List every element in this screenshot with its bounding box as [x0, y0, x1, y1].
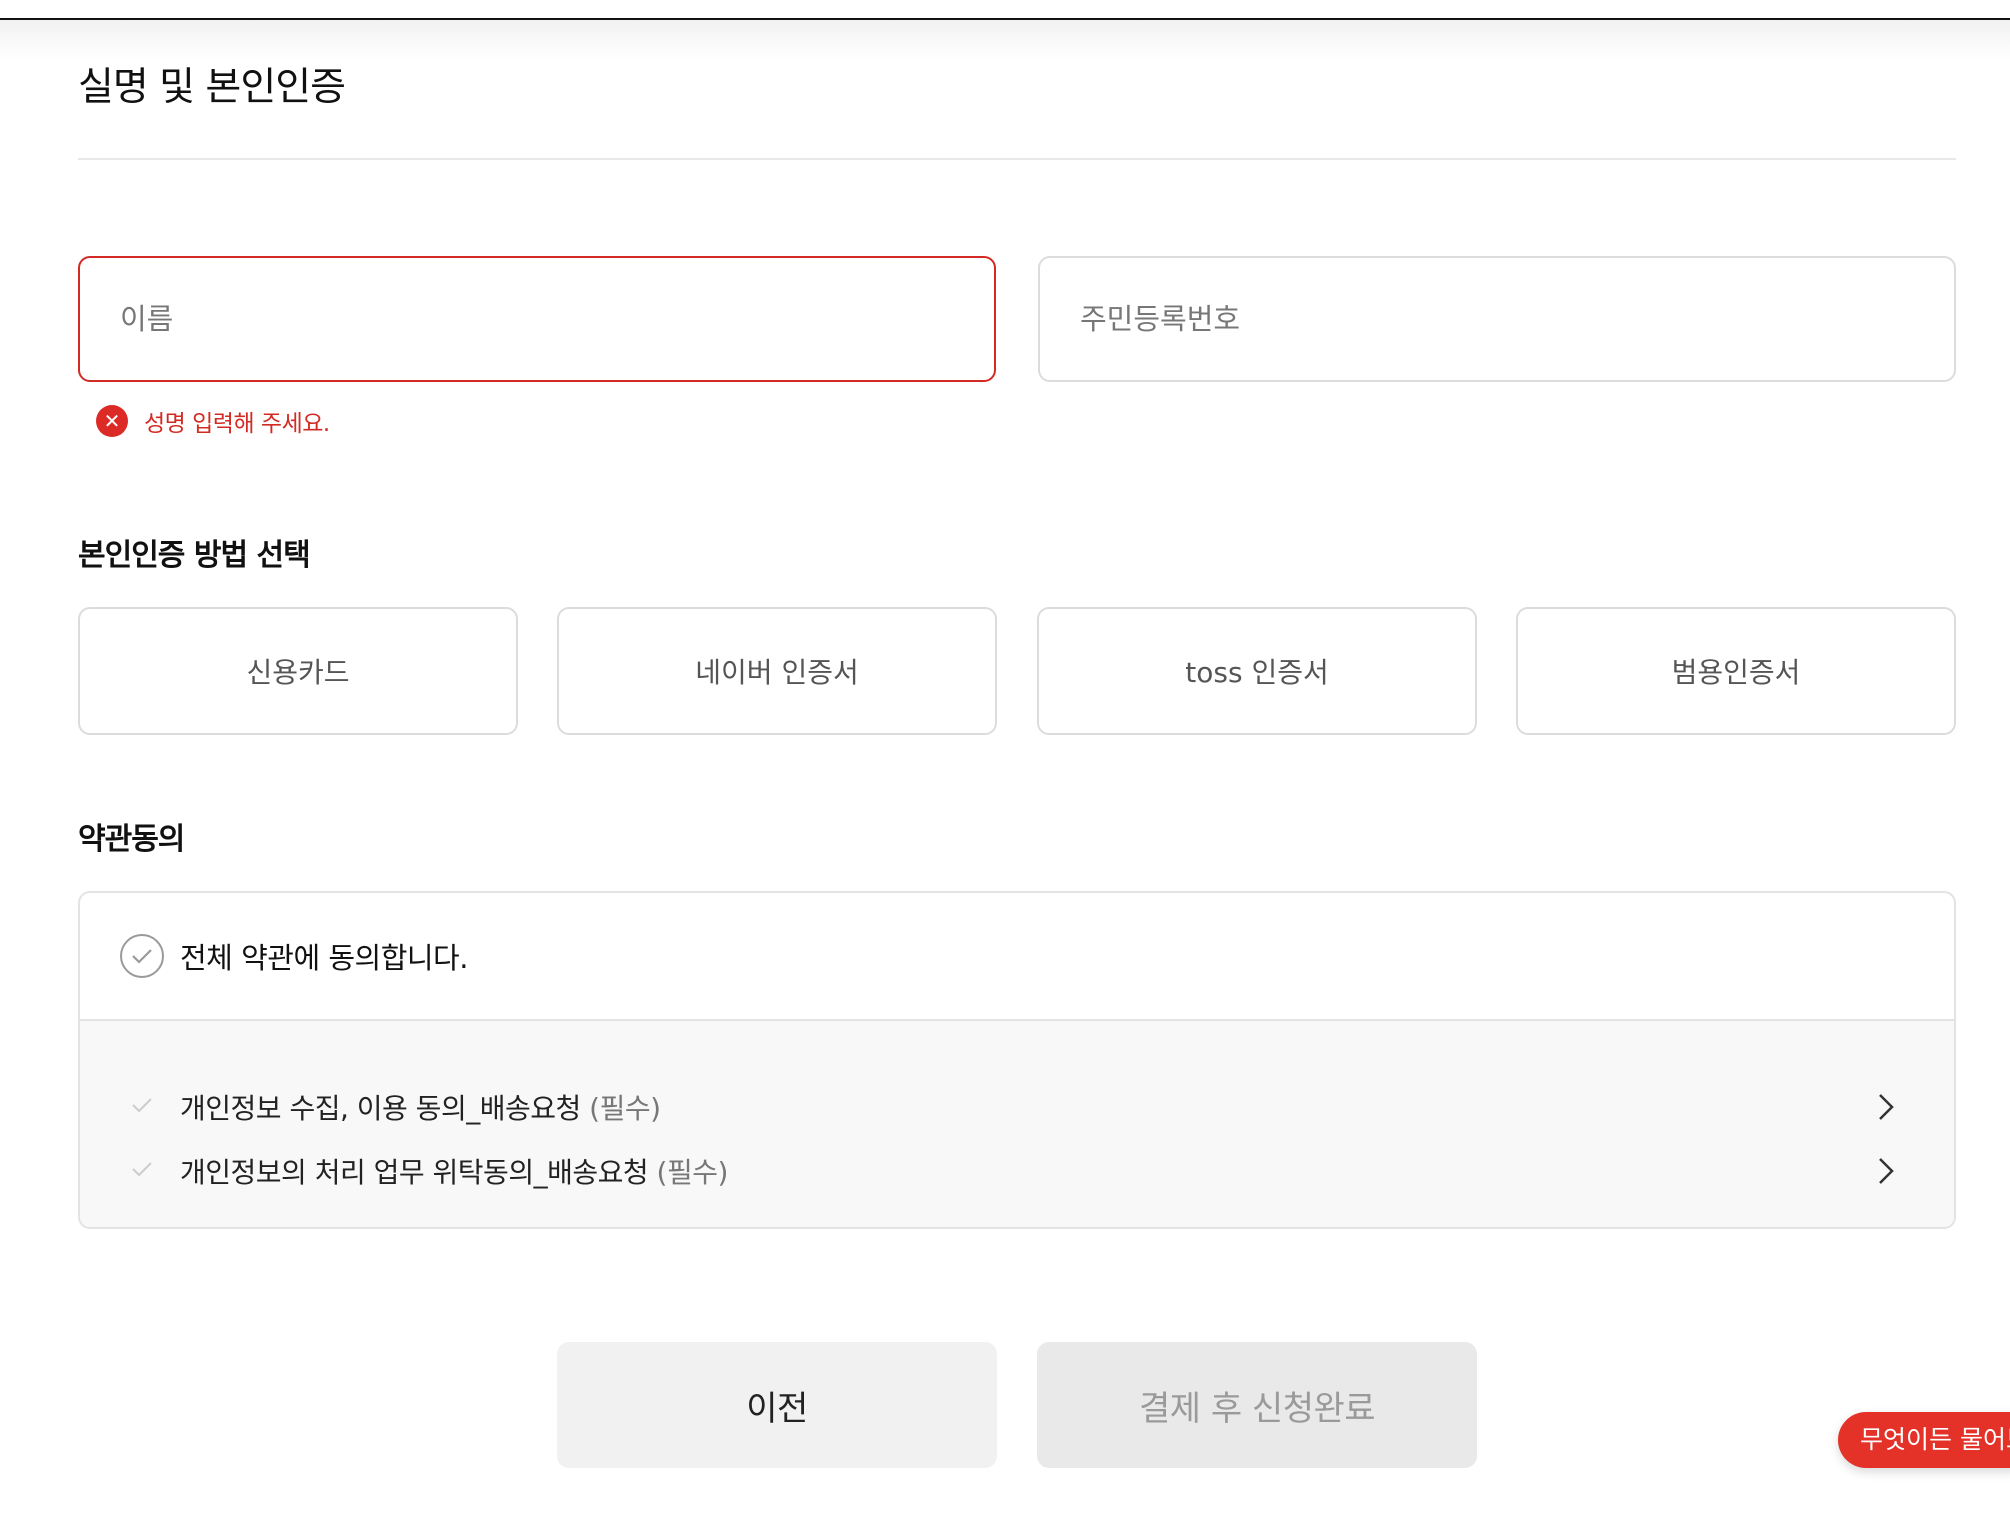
term-label: 개인정보의 처리 업무 위탁동의_배송요청 (필수) — [180, 1156, 729, 1189]
method-credit-card-button[interactable]: 신용카드 — [78, 607, 518, 735]
check-circle-icon — [120, 934, 164, 978]
rrn-field[interactable] — [1038, 256, 1956, 382]
check-icon[interactable] — [130, 1159, 154, 1183]
check-icon[interactable] — [130, 1095, 154, 1119]
method-joint-cert-button[interactable]: 범용인증서 — [1516, 607, 1956, 735]
name-error-message: ✕ 성명 입력해 주세요. — [96, 404, 330, 438]
terms-list: 개인정보 수집, 이용 동의_배송요청 (필수) 개인정보의 처리 업무 위탁동… — [80, 1021, 1954, 1227]
term-label: 개인정보 수집, 이용 동의_배송요청 (필수) — [180, 1092, 661, 1125]
page-title: 실명 및 본인인증 — [78, 65, 346, 110]
error-icon: ✕ — [96, 405, 128, 437]
verification-section-title: 본인인증 방법 선택 — [78, 538, 311, 573]
agree-all-checkbox[interactable]: 전체 약관에 동의합니다. — [80, 893, 1954, 1021]
name-error-text: 성명 입력해 주세요. — [144, 411, 330, 437]
term-item[interactable]: 개인정보의 처리 업무 위탁동의_배송요청 (필수) — [80, 1143, 1954, 1199]
terms-box: 전체 약관에 동의합니다. 개인정보 수집, 이용 동의_배송요청 (필수) 개… — [78, 891, 1956, 1229]
term-item[interactable]: 개인정보 수집, 이용 동의_배송요청 (필수) — [80, 1079, 1954, 1135]
top-shadow — [0, 20, 2010, 60]
submit-button[interactable]: 결제 후 신청완료 — [1037, 1342, 1477, 1468]
name-field[interactable] — [78, 256, 996, 382]
chat-button[interactable]: 무엇이든 물어보세요 — [1838, 1412, 2010, 1468]
term-required-tag: (필수) — [656, 1156, 729, 1189]
term-required-tag: (필수) — [589, 1092, 661, 1125]
method-toss-cert-button[interactable]: toss 인증서 — [1037, 607, 1477, 735]
terms-section-title: 약관동의 — [78, 822, 185, 857]
chevron-right-icon[interactable] — [1876, 1091, 1896, 1127]
prev-button[interactable]: 이전 — [557, 1342, 997, 1468]
rrn-input[interactable] — [1040, 258, 1954, 380]
agree-all-label: 전체 약관에 동의합니다. — [180, 941, 468, 975]
name-input[interactable] — [80, 258, 994, 380]
method-naver-cert-button[interactable]: 네이버 인증서 — [557, 607, 997, 735]
title-divider — [78, 158, 1956, 160]
chevron-right-icon[interactable] — [1876, 1155, 1896, 1191]
